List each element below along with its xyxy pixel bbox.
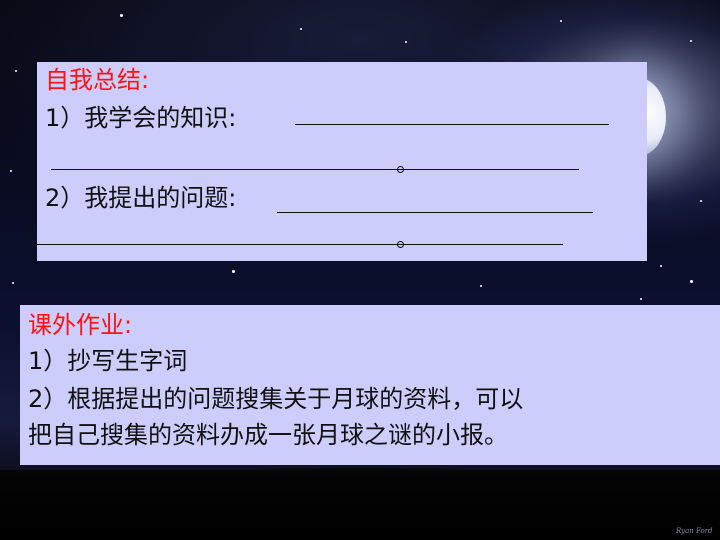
star (10, 170, 12, 172)
answer-line (277, 212, 593, 213)
summary-panel: 自我总结: 1）我学会的知识: 2）我提出的问题: (37, 62, 647, 261)
homework-panel: 课外作业: 1）抄写生字词 2）根据提出的问题搜集关于月球的资料，可以 把自己搜… (20, 305, 720, 465)
star (12, 282, 14, 284)
summary-item-knowledge: 1）我学会的知识: (45, 104, 237, 132)
homework-title: 课外作业: (28, 311, 133, 339)
answer-line (37, 244, 563, 245)
summary-item-questions: 2）我提出的问题: (45, 184, 237, 212)
star (300, 28, 302, 30)
star (480, 285, 482, 287)
star (690, 280, 693, 283)
star (690, 40, 692, 42)
answer-line (295, 124, 609, 125)
star (660, 265, 662, 267)
period-mark (397, 241, 404, 248)
homework-item-copy-words: 1）抄写生字词 (28, 347, 188, 375)
star (15, 70, 17, 72)
period-mark (397, 166, 404, 173)
answer-line (51, 169, 579, 170)
star (405, 41, 407, 43)
ground-silhouette (0, 470, 720, 540)
summary-title: 自我总结: (45, 66, 150, 94)
star (120, 14, 123, 17)
homework-item-collect-info: 2）根据提出的问题搜集关于月球的资料，可以 (28, 385, 524, 413)
homework-item-collect-info-cont: 把自己搜集的资料办成一张月球之谜的小报。 (28, 421, 508, 449)
star (640, 298, 642, 300)
star (560, 20, 562, 22)
artist-signature: Ryan Ford (676, 527, 713, 535)
star (232, 270, 235, 273)
star (700, 200, 702, 202)
